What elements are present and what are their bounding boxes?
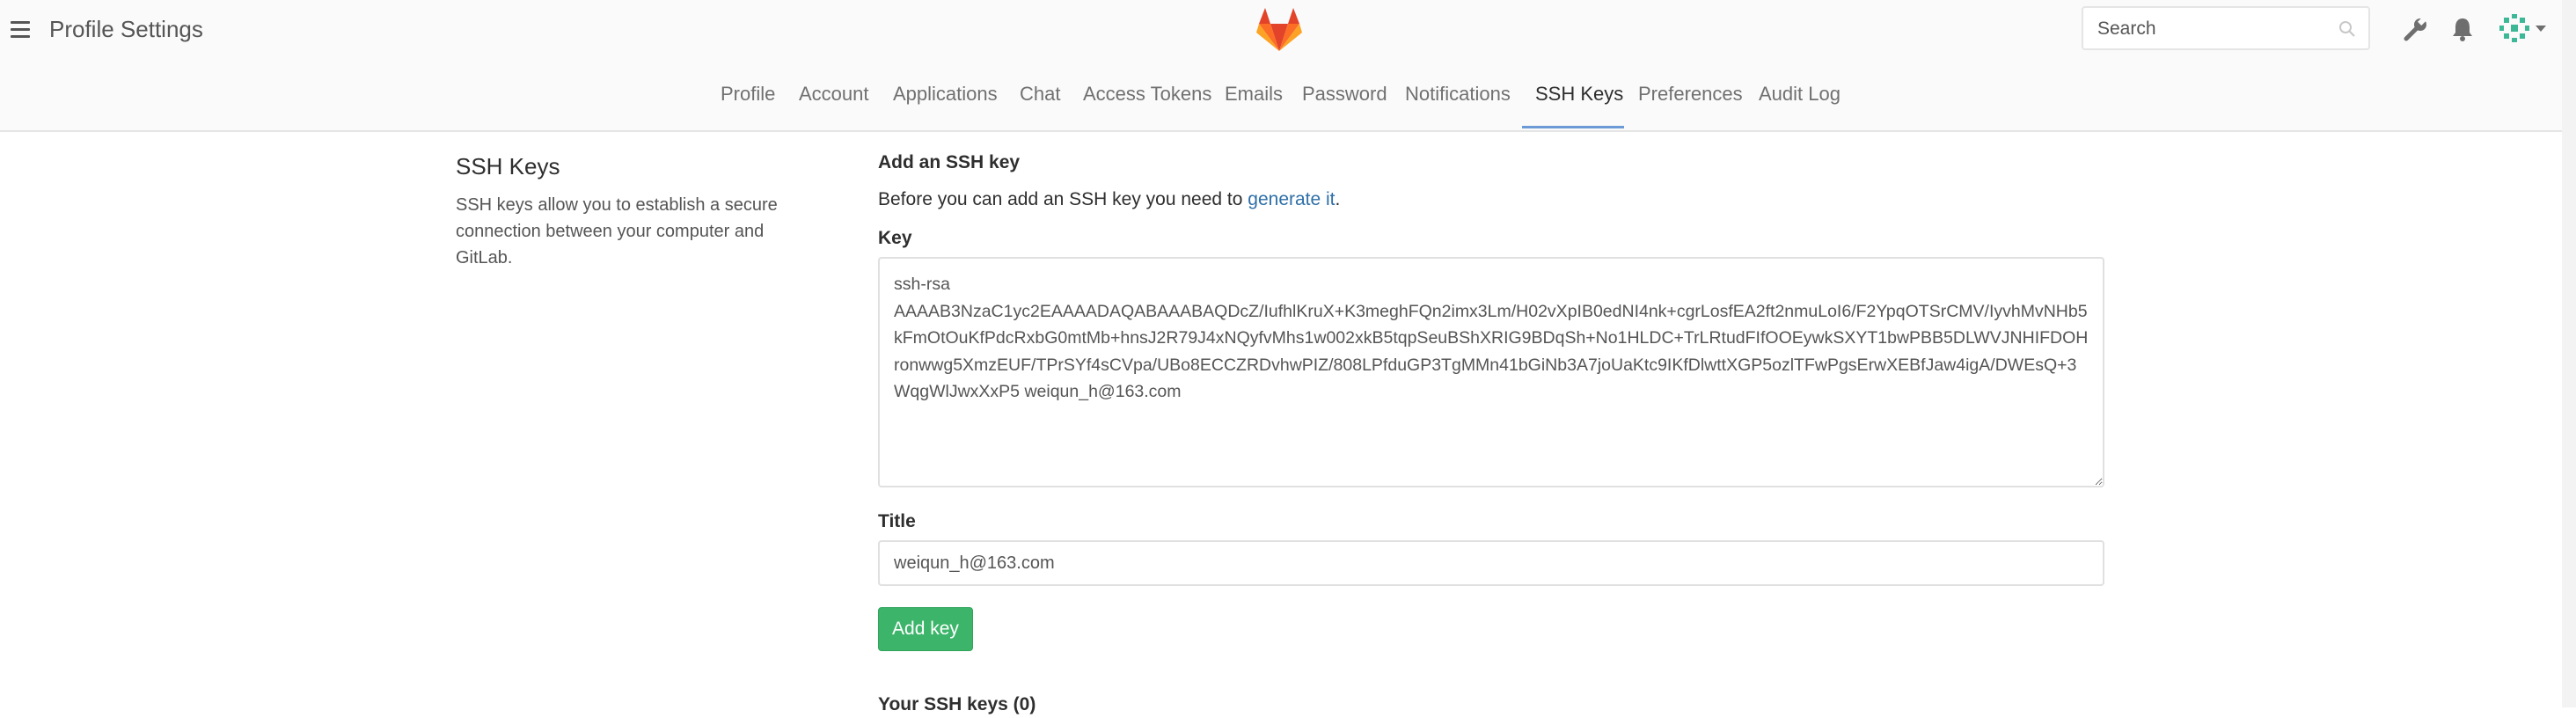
your-ssh-keys-heading: Your SSH keys (0) [878, 694, 1036, 714]
tab-chat[interactable]: Chat [1020, 81, 1060, 107]
add-ssh-key-heading: Add an SSH key [878, 152, 1021, 172]
add-key-button[interactable]: Add key [878, 607, 973, 651]
page-title: Profile Settings [49, 16, 203, 42]
tab-profile[interactable]: Profile [721, 81, 775, 107]
key-label: Key [878, 228, 912, 248]
tab-applications[interactable]: Applications [893, 81, 998, 107]
avatar[interactable] [2497, 11, 2532, 46]
search-icon [2339, 21, 2355, 37]
top-header: Profile Settings Search Profile Account … [0, 0, 2576, 132]
search-box[interactable] [2082, 6, 2370, 50]
bell-icon[interactable] [2449, 16, 2476, 42]
tab-access-tokens[interactable]: Access Tokens [1083, 81, 1211, 107]
section-title: SSH Keys [456, 153, 560, 180]
wrench-icon[interactable] [2403, 16, 2429, 42]
title-label: Title [878, 511, 916, 531]
tab-ssh-keys[interactable]: SSH Keys [1535, 81, 1623, 107]
tab-preferences[interactable]: Preferences [1638, 81, 1743, 107]
settings-nav: Profile Account Applications Chat Access… [0, 70, 2576, 128]
chevron-down-icon[interactable] [2536, 26, 2546, 33]
intro-text-suffix: . [1335, 189, 1341, 209]
intro-text-prefix: Before you can add an SSH key you need t… [878, 189, 1248, 209]
title-input[interactable] [878, 540, 2104, 586]
generate-it-link[interactable]: generate it [1248, 189, 1335, 209]
tab-account[interactable]: Account [799, 81, 869, 107]
tab-notifications[interactable]: Notifications [1405, 81, 1511, 107]
intro-text: Before you can add an SSH key you need t… [878, 187, 1340, 213]
key-textarea[interactable]: ssh-rsa AAAAB3NzaC1yc2EAAAADAQABAAABAQDc… [878, 257, 2104, 487]
scrollbar[interactable] [2562, 0, 2576, 707]
search-input[interactable] [2096, 15, 2337, 43]
menu-icon[interactable] [11, 21, 30, 39]
tab-emails[interactable]: Emails [1225, 81, 1283, 107]
tab-password[interactable]: Password [1302, 81, 1387, 107]
section-description: SSH keys allow you to establish a secure… [456, 195, 778, 267]
tab-audit-log[interactable]: Audit Log [1759, 81, 1841, 107]
active-tab-indicator [1522, 126, 1624, 128]
gitlab-logo[interactable] [1255, 5, 1304, 53]
